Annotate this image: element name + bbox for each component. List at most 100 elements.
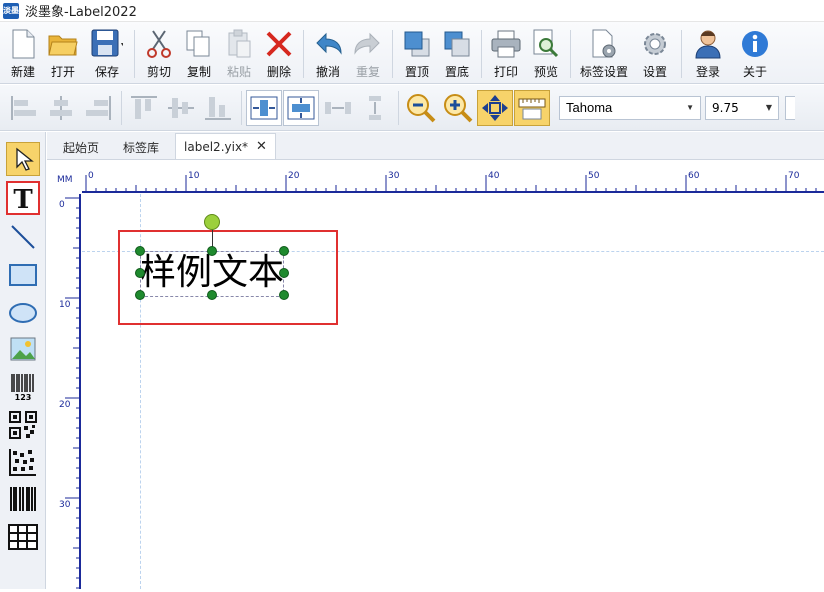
send-back-button[interactable]: 置底 bbox=[437, 22, 477, 82]
align-center-icon bbox=[50, 95, 72, 120]
align-top-button[interactable] bbox=[126, 90, 162, 126]
align-middle-icon bbox=[168, 97, 194, 118]
redo-button[interactable]: 重复 bbox=[348, 22, 388, 82]
font-family-select[interactable]: Tahoma ▼ bbox=[559, 95, 701, 120]
label-settings-button[interactable]: 标签设置 bbox=[575, 22, 633, 82]
settings-button[interactable]: 设置 bbox=[633, 22, 677, 82]
fit-window-icon bbox=[482, 94, 508, 121]
open-button[interactable]: 打开 bbox=[42, 22, 84, 82]
sample-text: 样例文本 bbox=[140, 252, 285, 293]
resize-handle-nw[interactable] bbox=[135, 246, 145, 256]
redo-icon bbox=[352, 28, 384, 60]
select-tool[interactable] bbox=[6, 142, 40, 176]
ruler-tick-label: 10 bbox=[59, 300, 71, 310]
zoom-out-button[interactable] bbox=[403, 90, 439, 126]
svg-text:T: T bbox=[13, 185, 33, 211]
font-size-value: 9.75 bbox=[712, 100, 739, 115]
align-right-button[interactable] bbox=[80, 90, 116, 126]
label-page[interactable]: 样例文本 bbox=[82, 194, 824, 589]
resize-handle-e[interactable] bbox=[279, 268, 289, 278]
distribute-h-icon bbox=[325, 101, 351, 114]
resize-handle-sw[interactable] bbox=[135, 290, 145, 300]
resize-handle-w[interactable] bbox=[135, 268, 145, 278]
cut-button[interactable]: 剪切 bbox=[139, 22, 179, 82]
text-tool[interactable]: T bbox=[6, 181, 40, 215]
resize-handle-s[interactable] bbox=[207, 290, 217, 300]
undo-button[interactable]: 撤消 bbox=[308, 22, 348, 82]
show-ruler-button[interactable] bbox=[514, 89, 550, 126]
pointer-arrow-icon bbox=[16, 147, 34, 171]
bring-front-button[interactable]: 置顶 bbox=[397, 22, 437, 82]
line-icon bbox=[11, 225, 35, 249]
image-tool[interactable] bbox=[6, 332, 40, 366]
pdf417-tool[interactable] bbox=[6, 482, 40, 516]
paste-button[interactable]: 粘贴 bbox=[219, 22, 259, 82]
datamatrix-tool[interactable] bbox=[6, 445, 40, 479]
svg-text:123: 123 bbox=[15, 393, 32, 402]
toolbar-separator bbox=[570, 30, 571, 78]
title-bar: 淡墨 淡墨象-Label2022 bbox=[0, 0, 824, 22]
align-left-button[interactable] bbox=[6, 90, 42, 126]
toolbar-separator bbox=[134, 30, 135, 78]
distribute-h-button[interactable] bbox=[320, 90, 356, 126]
center-vertical-button[interactable] bbox=[283, 89, 319, 126]
window-title: 淡墨象-Label2022 bbox=[25, 5, 137, 20]
fit-to-window-button[interactable] bbox=[477, 89, 513, 126]
barcode-tool[interactable]: 123 bbox=[6, 370, 40, 404]
text-t-icon: T bbox=[13, 185, 33, 211]
zoom-in-button[interactable] bbox=[440, 90, 476, 126]
center-vertical-icon bbox=[287, 96, 315, 119]
resize-handle-ne[interactable] bbox=[279, 246, 289, 256]
align-center-h-button[interactable] bbox=[43, 90, 79, 126]
center-horizontal-button[interactable] bbox=[246, 89, 282, 126]
zoom-in-icon bbox=[444, 93, 473, 122]
about-button[interactable]: 关于 bbox=[730, 22, 780, 82]
align-left-icon bbox=[11, 95, 36, 120]
design-canvas: MM 0 10 20 30 40 50 60 70 0 10 20 30 样例文本 bbox=[47, 161, 824, 589]
ellipse-tool[interactable] bbox=[6, 296, 40, 330]
login-button[interactable]: 登录 bbox=[686, 22, 730, 82]
ruler-tick-label: 20 bbox=[288, 171, 300, 181]
table-tool[interactable] bbox=[6, 520, 40, 554]
ruler-tick-label: 50 bbox=[588, 171, 600, 181]
rectangle-tool[interactable] bbox=[6, 258, 40, 292]
line-tool[interactable] bbox=[6, 220, 40, 254]
paste-icon bbox=[223, 28, 255, 60]
ruler-icon bbox=[518, 98, 546, 119]
rotate-handle[interactable] bbox=[204, 214, 220, 230]
delete-button[interactable]: 删除 bbox=[259, 22, 299, 82]
tab-document[interactable]: label2.yix* ✕ bbox=[175, 133, 276, 159]
save-button[interactable]: 保存 bbox=[84, 22, 130, 82]
align-middle-button[interactable] bbox=[163, 90, 199, 126]
format-toolbar: Tahoma ▼ 9.75 ▼ bbox=[0, 85, 824, 131]
toolbar-separator bbox=[303, 30, 304, 78]
send-to-back-icon bbox=[441, 28, 473, 60]
bold-button[interactable] bbox=[785, 95, 795, 120]
ruler-tick-label: 30 bbox=[59, 500, 71, 510]
copy-button[interactable]: 复制 bbox=[179, 22, 219, 82]
tab-home[interactable]: 起始页 bbox=[55, 135, 107, 159]
ruler-tick-label: 20 bbox=[59, 400, 71, 410]
table-icon bbox=[8, 524, 38, 550]
align-top-icon bbox=[131, 95, 157, 119]
info-icon bbox=[739, 28, 771, 60]
resize-handle-n[interactable] bbox=[207, 246, 217, 256]
font-size-select[interactable]: 9.75 ▼ bbox=[705, 95, 779, 120]
tab-library[interactable]: 标签库 bbox=[115, 135, 167, 159]
print-button[interactable]: 打印 bbox=[486, 22, 526, 82]
toolbar-separator bbox=[241, 90, 242, 125]
preview-button[interactable]: 预览 bbox=[526, 22, 566, 82]
new-button[interactable]: 新建 bbox=[4, 22, 42, 82]
image-icon bbox=[10, 337, 36, 361]
save-icon bbox=[91, 28, 123, 60]
ruler-tick-label: 10 bbox=[188, 171, 200, 181]
close-icon[interactable]: ✕ bbox=[256, 139, 267, 154]
resize-handle-se[interactable] bbox=[279, 290, 289, 300]
distribute-v-button[interactable] bbox=[357, 90, 393, 126]
toolbar-separator bbox=[392, 30, 393, 78]
align-bottom-button[interactable] bbox=[200, 90, 236, 126]
folder-open-icon bbox=[47, 28, 79, 60]
user-icon bbox=[692, 28, 724, 60]
ruler-tick-label: 70 bbox=[788, 171, 800, 181]
qrcode-tool[interactable] bbox=[6, 408, 40, 442]
